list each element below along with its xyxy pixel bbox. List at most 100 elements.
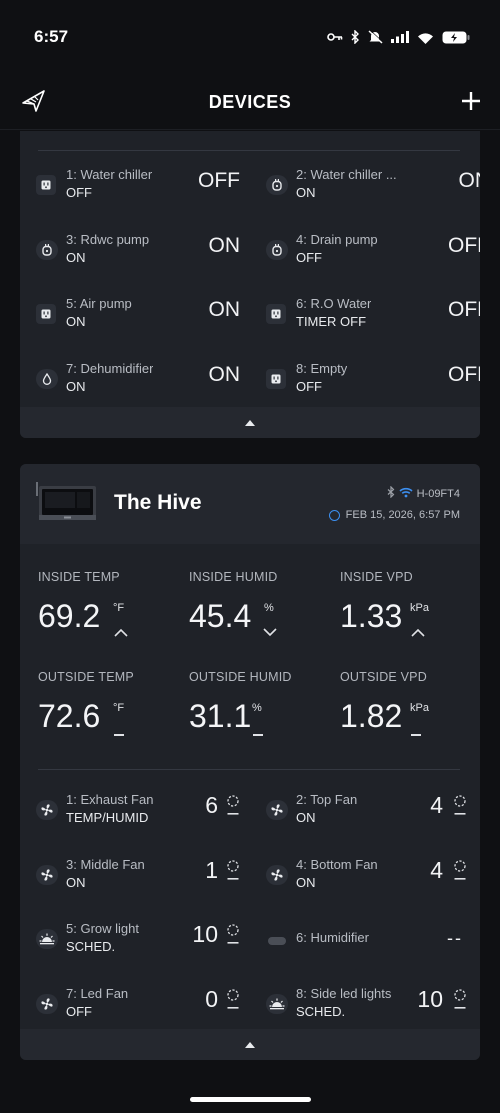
outlet-name: 7: Dehumidifier xyxy=(66,360,154,376)
outlet-state: OFF xyxy=(448,362,480,386)
level-dial-icon xyxy=(226,988,240,1019)
device-port-item[interactable]: 3: Middle Fan ON 1 xyxy=(20,857,240,907)
port-name: 1: Exhaust Fan xyxy=(66,792,154,807)
device-list[interactable]: 1: Water chiller OFF OFF 2: Water chiller .… xyxy=(0,131,500,1086)
device-port-item[interactable]: 2: Top Fan ON 4 xyxy=(250,792,467,842)
sensor-reading[interactable]: OUTSIDE HUMID 31.1% xyxy=(189,670,329,750)
controller-card: The Hive H-09FT4 FEB 15, 2026, 6:57 PM I… xyxy=(20,464,480,1060)
nav-header: DEVICES xyxy=(0,72,500,130)
sensor-reading[interactable]: OUTSIDE VPD 1.82 kPa xyxy=(340,670,480,750)
sensor-unit: °F xyxy=(113,702,125,714)
trend-down-icon xyxy=(263,624,277,642)
sensor-label: OUTSIDE TEMP xyxy=(38,670,134,684)
outlet-name: 3: Rdwc pump xyxy=(66,231,150,247)
outlet-item[interactable]: 8: Empty OFF OFF xyxy=(250,361,480,411)
sensor-value: 31.1 xyxy=(189,698,252,734)
port-level: 1 xyxy=(205,856,218,883)
home-indicator xyxy=(190,1097,311,1102)
bluetooth-icon xyxy=(351,30,360,44)
port-name: 2: Top Fan xyxy=(296,792,358,807)
collapse-button[interactable] xyxy=(20,1029,480,1060)
level-dial-icon xyxy=(453,988,467,1019)
wifi-icon xyxy=(417,31,434,44)
sensor-label: INSIDE TEMP xyxy=(38,570,120,584)
sensor-value: 45.4 xyxy=(189,598,252,634)
outlet-state: OFF xyxy=(448,298,480,321)
port-level: 6 xyxy=(205,792,218,818)
outlet-item[interactable]: 7: Dehumidifier ON ON xyxy=(20,361,240,411)
sensor-reading[interactable]: INSIDE HUMID 45.4% xyxy=(189,570,329,650)
port-level: 4 xyxy=(430,856,443,883)
port-mode: OFF xyxy=(66,1003,92,1019)
level-dial-icon xyxy=(226,794,240,825)
outlet-item[interactable]: 2: Water chiller ... ON ON xyxy=(250,167,480,217)
sensor-reading[interactable]: INSIDE VPD 1.33 kPa xyxy=(340,570,480,650)
fan-icon xyxy=(36,864,58,885)
outlet-item[interactable]: 4: Drain pump OFF OFF xyxy=(250,232,480,282)
sensor-unit: kPa xyxy=(410,602,429,614)
sensor-unit: % xyxy=(252,702,262,714)
device-port-item[interactable]: 6: Humidifier -- xyxy=(250,921,465,971)
outlet-item[interactable]: 5: Air pump ON ON xyxy=(20,296,240,346)
sensor-reading[interactable]: INSIDE TEMP 69.2 °F xyxy=(38,570,178,650)
grow-light-icon xyxy=(266,993,288,1014)
plus-icon[interactable] xyxy=(462,92,480,115)
timestamp: FEB 15, 2026, 6:57 PM xyxy=(345,509,460,521)
last-updated: FEB 15, 2026, 6:57 PM xyxy=(328,509,460,521)
outlet-mode: ON xyxy=(66,378,86,394)
sensor-reading[interactable]: OUTSIDE TEMP 72.6 °F xyxy=(38,670,178,750)
level-dial-icon xyxy=(226,923,240,954)
droplet-icon xyxy=(36,368,58,389)
page-title: DEVICES xyxy=(208,92,292,112)
outlet-icon xyxy=(266,304,286,324)
bluetooth-icon xyxy=(387,485,395,501)
outlet-mode: ON xyxy=(296,185,316,200)
port-mode: ON xyxy=(296,874,316,890)
device-port-item[interactable]: 7: Led Fan OFF 0 xyxy=(20,986,240,1036)
trend-flat-icon xyxy=(253,734,263,736)
trend-up-icon xyxy=(411,624,425,642)
port-level: 4 xyxy=(430,792,443,818)
device-port-item[interactable]: 5: Grow light SCHED. 10 xyxy=(20,921,240,971)
port-mode: ON xyxy=(66,874,86,890)
wifi-icon xyxy=(399,487,413,501)
grow-light-icon xyxy=(36,929,58,949)
outlet-state: ON xyxy=(208,298,241,321)
outlet-item[interactable]: 3: Rdwc pump ON ON xyxy=(20,232,240,282)
outlet-state: ON xyxy=(208,362,241,386)
port-mode: SCHED. xyxy=(66,939,116,954)
fan-icon xyxy=(266,864,288,885)
outlet-mode: ON xyxy=(66,314,86,329)
sensor-value: 1.82 xyxy=(340,698,403,734)
device-port-item[interactable]: 8: Side led lights SCHED. 10 xyxy=(250,985,467,1036)
sensor-unit: kPa xyxy=(410,702,429,714)
status-bar: 6:57 xyxy=(0,0,500,72)
sensor-unit: °F xyxy=(113,602,125,614)
outlet-mode: TIMER OFF xyxy=(296,314,367,329)
outlet-state: ON xyxy=(208,233,241,257)
device-port-item[interactable]: 4: Bottom Fan ON 4 xyxy=(250,856,467,907)
port-name: 5: Grow light xyxy=(66,921,139,936)
port-level: 10 xyxy=(417,985,443,1012)
port-level: 10 xyxy=(192,921,218,947)
device-port-item[interactable]: 1: Exhaust Fan TEMP/HUMID 6 xyxy=(20,792,240,842)
outlet-item[interactable]: 6: R.O Water TIMER OFF OFF xyxy=(250,296,480,346)
outlet-item[interactable]: 1: Water chiller OFF OFF xyxy=(20,167,240,217)
outlet-icon xyxy=(36,175,56,195)
device-id: H-09FT4 xyxy=(416,487,460,500)
key-icon xyxy=(327,31,343,43)
level-dial-icon xyxy=(453,859,467,890)
level-dial-icon xyxy=(453,794,467,825)
outlet-name: 5: Air pump xyxy=(66,296,132,311)
port-name: 8: Side led lights xyxy=(296,985,392,1001)
collapse-button[interactable] xyxy=(20,407,480,438)
port-mode: TEMP/HUMID xyxy=(66,810,149,825)
controller-header[interactable]: The Hive H-09FT4 FEB 15, 2026, 6:57 PM xyxy=(20,464,480,544)
signal-icon xyxy=(391,31,409,43)
plug-icon xyxy=(266,175,288,195)
port-mode: ON xyxy=(296,810,316,825)
sensor-label: INSIDE VPD xyxy=(340,570,413,584)
port-name: 6: Humidifier xyxy=(296,930,369,945)
port-mode: SCHED. xyxy=(296,1003,346,1019)
outlet-icon xyxy=(266,368,286,389)
